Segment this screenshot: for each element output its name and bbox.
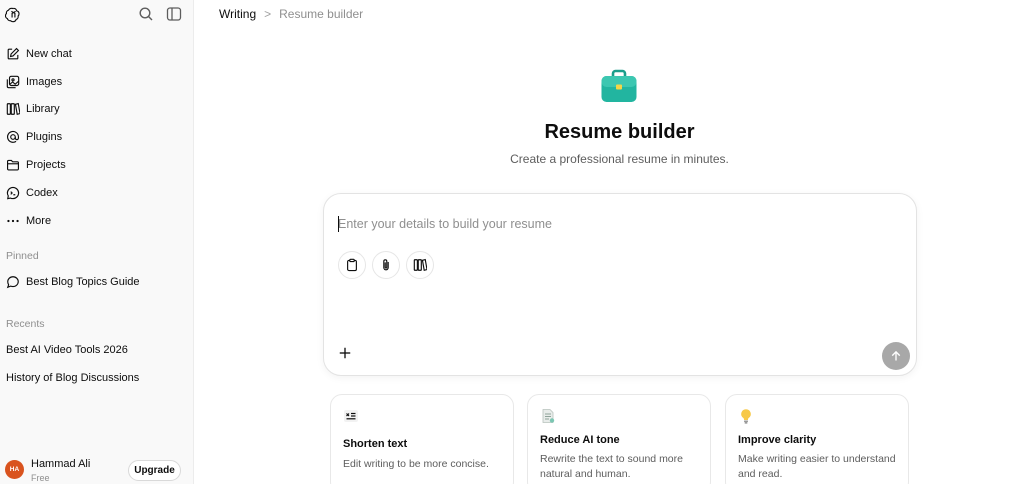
sidebar-item-label: Codex (26, 186, 58, 199)
paperclip-icon (383, 259, 389, 271)
sidebar-item-images[interactable]: Images (0, 68, 194, 96)
breadcrumb-separator: > (264, 7, 272, 21)
plus-icon (339, 347, 351, 359)
library-icon (6, 102, 20, 116)
codex-icon (6, 186, 20, 200)
library-icon (413, 258, 427, 271)
sidebar-item-codex[interactable]: Codex (0, 179, 194, 207)
breadcrumb-current: Resume builder (279, 7, 364, 21)
card-title: Reduce AI tone (540, 434, 620, 446)
suggestion-card-reduce-ai-tone[interactable]: Reduce AI tone Rewrite the text to sound… (527, 394, 711, 484)
sidebar-item-label: Plugins (26, 131, 63, 144)
sidebar-header (0, 0, 194, 30)
text-cursor (338, 216, 339, 232)
breadcrumb-parent[interactable]: Writing (219, 7, 256, 21)
clipboard-button[interactable] (338, 251, 366, 279)
avatar[interactable]: HA (5, 460, 24, 479)
sidebar-item-label: Projects (26, 159, 66, 172)
sidebar-item-plugins[interactable]: Plugins (0, 123, 194, 151)
briefcase-icon (601, 69, 637, 102)
card-description: Make writing easier to understand and re… (738, 453, 896, 480)
edit-icon (6, 47, 20, 61)
pinned-item-label: Best Blog Topics Guide (26, 276, 140, 288)
breadcrumb: Writing > Resume builder (219, 7, 363, 21)
sidebar-toggle-icon[interactable] (166, 6, 182, 22)
page-subtitle: Create a professional resume in minutes. (510, 152, 729, 166)
sidebar-item-projects[interactable]: Projects (0, 151, 194, 179)
add-button[interactable] (336, 344, 354, 362)
page-title: Resume builder (544, 121, 695, 143)
chat-bubble-icon (6, 275, 20, 289)
composer-input[interactable] (338, 214, 898, 234)
attach-button[interactable] (372, 251, 400, 279)
sidebar-item-label: New chat (26, 47, 72, 60)
openai-logo-icon[interactable] (5, 6, 22, 23)
sidebar-item-more[interactable]: More (0, 207, 194, 235)
sidebar-item-label: More (26, 214, 52, 227)
shorten-icon (344, 410, 358, 422)
card-title: Shorten text (343, 438, 408, 450)
sidebar-item-label: Library (26, 103, 60, 116)
sidebar: New chat Images Library Plugins Projects (0, 0, 194, 484)
arrow-up-icon (891, 350, 901, 361)
composer (323, 193, 917, 376)
sidebar-item-new-chat[interactable]: New chat (0, 40, 194, 68)
library-button[interactable] (406, 251, 434, 279)
recents-section-title: Recents (6, 318, 45, 330)
card-description: Rewrite the text to sound more natural a… (540, 453, 683, 480)
images-icon (6, 75, 20, 89)
send-button[interactable] (882, 342, 910, 370)
pinned-item[interactable]: Best Blog Topics Guide (0, 270, 194, 294)
suggestion-card-shorten[interactable]: Shorten text Edit writing to be more con… (330, 394, 514, 484)
document-icon (542, 409, 555, 423)
sidebar-item-label: Images (26, 75, 63, 88)
recent-chat-item[interactable]: Best AI Video Tools 2026 (6, 344, 128, 356)
suggestion-card-improve-clarity[interactable]: Improve clarity Make writing easier to u… (725, 394, 909, 484)
upgrade-button[interactable]: Upgrade (128, 460, 181, 481)
clipboard-icon (347, 258, 357, 272)
sidebar-nav: New chat Images Library Plugins Projects (0, 40, 194, 235)
recent-chat-item[interactable]: History of Blog Discussions (6, 372, 139, 384)
card-title: Improve clarity (738, 434, 817, 446)
card-description: Edit writing to be more concise. (343, 458, 489, 470)
user-name: Hammad Ali (31, 458, 91, 470)
lightbulb-icon (741, 409, 751, 424)
more-icon (6, 214, 20, 228)
pinned-section-title: Pinned (6, 250, 39, 262)
at-icon (6, 130, 20, 144)
main-content: Writing > Resume builder Resume builder … (195, 0, 1024, 484)
user-plan: Free (31, 473, 50, 483)
folder-icon (6, 158, 20, 172)
search-icon[interactable] (138, 6, 154, 22)
sidebar-item-library[interactable]: Library (0, 96, 194, 124)
user-profile[interactable]: HA Hammad Ali Free Upgrade (5, 456, 189, 484)
